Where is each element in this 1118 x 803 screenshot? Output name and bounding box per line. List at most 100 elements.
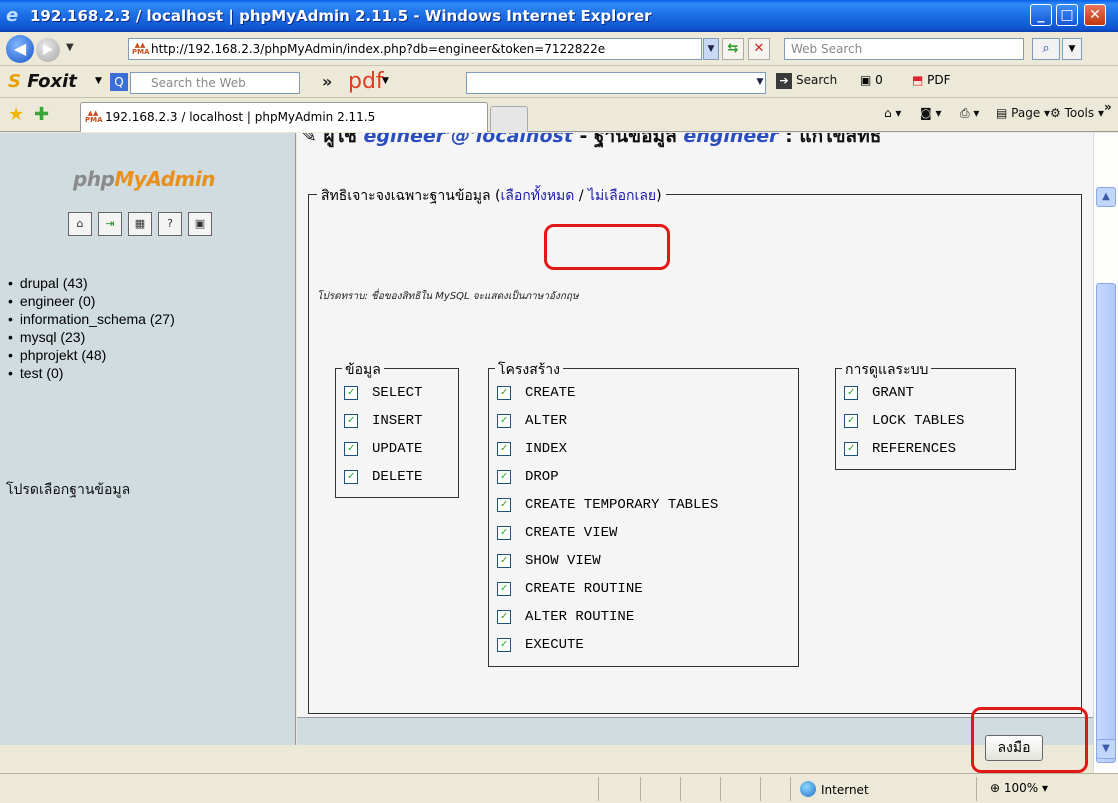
favorites-star-icon[interactable]: ★	[8, 104, 24, 125]
status-divider	[598, 777, 599, 801]
privilege-execute[interactable]: ✓ EXECUTE	[489, 631, 798, 659]
search-icon[interactable]: ⌕	[1032, 38, 1060, 60]
checkbox-checked-icon[interactable]: ✓	[497, 470, 511, 484]
pdf-convert-button[interactable]: ⬒ PDF	[912, 73, 951, 87]
add-favorites-icon[interactable]: ✚	[34, 104, 49, 125]
privilege-alter[interactable]: ✓ ALTER	[489, 407, 798, 435]
select-all-link[interactable]: เลือกทั้งหมด	[501, 188, 575, 204]
scroll-up-icon[interactable]: ▲	[1096, 187, 1116, 207]
group-title-data: ข้อมูล	[342, 359, 384, 381]
pdf-search-input[interactable]	[466, 72, 766, 94]
pdf-count-badge[interactable]: ▣ 0	[860, 73, 883, 87]
checkbox-checked-icon[interactable]: ✓	[497, 638, 511, 652]
forward-button[interactable]: ▶	[36, 38, 60, 62]
navigation-bar: ◀ ▶ ▼ ▲▲ PMA http://192.168.2.3/phpMyAdmi…	[0, 32, 1118, 66]
foxit-search-input[interactable]: Search the Web	[130, 72, 300, 94]
home-icon[interactable]: ⌂	[68, 212, 92, 236]
checkbox-checked-icon[interactable]: ✓	[497, 582, 511, 596]
database-item-information-schema[interactable]: information_schema (27)	[8, 310, 175, 328]
privilege-delete[interactable]: ✓ DELETE	[336, 463, 458, 491]
minimize-button[interactable]: _	[1030, 4, 1052, 26]
stop-button[interactable]: ✕	[748, 38, 770, 60]
back-button[interactable]: ◀	[6, 35, 34, 63]
checkbox-checked-icon[interactable]: ✓	[844, 442, 858, 456]
tab-phpmyadmin[interactable]: ▲▲ PMA 192.168.2.3 / localhost | phpMyAdm…	[80, 102, 488, 132]
history-dropdown-icon[interactable]: ▼	[66, 42, 74, 53]
checkbox-checked-icon[interactable]: ✓	[344, 414, 358, 428]
checkbox-checked-icon[interactable]: ✓	[344, 386, 358, 400]
pdf-search-button[interactable]: ➔ Search	[776, 73, 837, 89]
scrollbar-thumb[interactable]	[1096, 283, 1116, 763]
maximize-button[interactable]: □	[1056, 4, 1078, 26]
title-bar: e 192.168.2.3 / localhost | phpMyAdmin 2…	[0, 0, 1118, 32]
checkbox-checked-icon[interactable]: ✓	[497, 526, 511, 540]
pdf-search-dropdown-icon[interactable]: ▼	[752, 72, 768, 92]
foxit-dropdown-icon[interactable]: ▼	[95, 76, 102, 86]
checkbox-checked-icon[interactable]: ✓	[497, 610, 511, 624]
scroll-down-icon[interactable]: ▼	[1096, 739, 1116, 759]
database-item-engineer[interactable]: engineer (0)	[8, 292, 175, 310]
user-edit-icon: ✎	[301, 133, 324, 147]
privilege-select[interactable]: ✓ SELECT	[336, 379, 458, 407]
foxit-engine-icon[interactable]: Q	[110, 73, 128, 91]
zoom-icon: ⊕	[990, 781, 1001, 795]
command-bar-overflow-icon[interactable]: »	[1104, 100, 1112, 114]
privilege-create-routine[interactable]: ✓ CREATE ROUTINE	[489, 575, 798, 603]
privilege-update[interactable]: ✓ UPDATE	[336, 435, 458, 463]
checkbox-checked-icon[interactable]: ✓	[844, 414, 858, 428]
privilege-references[interactable]: ✓ REFERENCES	[836, 435, 1015, 463]
privilege-show-view[interactable]: ✓ SHOW VIEW	[489, 547, 798, 575]
feeds-icon[interactable]: ◙ ▾	[920, 106, 941, 120]
exit-icon[interactable]: ⇥	[98, 212, 122, 236]
refresh-button[interactable]: ⇆	[722, 38, 744, 60]
page-menu[interactable]: ▤ Page ▾	[996, 106, 1050, 120]
toolbar-overflow-chevron-icon[interactable]: »	[322, 72, 332, 91]
search-options-dropdown-icon[interactable]: ▼	[1062, 38, 1082, 60]
select-none-link[interactable]: ไม่เลือกเลย	[588, 188, 656, 204]
address-dropdown-icon[interactable]: ▼	[703, 38, 719, 60]
new-tab-button[interactable]	[490, 106, 528, 132]
privilege-drop[interactable]: ✓ DROP	[489, 463, 798, 491]
query-window-icon[interactable]: ▣	[188, 212, 212, 236]
checkbox-checked-icon[interactable]: ✓	[497, 554, 511, 568]
security-zone[interactable]: Internet	[800, 781, 869, 797]
print-icon[interactable]: ⎙ ▾	[960, 106, 979, 121]
privilege-index[interactable]: ✓ INDEX	[489, 435, 798, 463]
database-item-drupal[interactable]: drupal (43)	[8, 274, 175, 292]
help-icon[interactable]: ?	[158, 212, 182, 236]
checkbox-checked-icon[interactable]: ✓	[497, 414, 511, 428]
database-item-test[interactable]: test (0)	[8, 364, 175, 382]
privilege-create-temporary-tables[interactable]: ✓ CREATE TEMPORARY TABLES	[489, 491, 798, 519]
database-item-phprojekt[interactable]: phprojekt (48)	[8, 346, 175, 364]
vertical-scrollbar[interactable]: ▲ ▼	[1093, 133, 1118, 773]
tools-menu[interactable]: ⚙ Tools ▾	[1050, 106, 1104, 120]
checkbox-checked-icon[interactable]: ✓	[497, 386, 511, 400]
pdf-dropdown-icon[interactable]: ▼	[382, 76, 389, 86]
web-search-input[interactable]: Web Search	[784, 38, 1024, 60]
home-icon[interactable]: ⌂ ▾	[884, 106, 901, 120]
privilege-alter-routine[interactable]: ✓ ALTER ROUTINE	[489, 603, 798, 631]
status-divider	[760, 777, 761, 801]
checkbox-checked-icon[interactable]: ✓	[844, 386, 858, 400]
close-button[interactable]: ✕	[1084, 4, 1106, 26]
checkbox-checked-icon[interactable]: ✓	[497, 498, 511, 512]
database-item-mysql[interactable]: mysql (23)	[8, 328, 175, 346]
privilege-create[interactable]: ✓ CREATE	[489, 379, 798, 407]
privilege-create-view[interactable]: ✓ CREATE VIEW	[489, 519, 798, 547]
checkbox-checked-icon[interactable]: ✓	[497, 442, 511, 456]
privilege-grant[interactable]: ✓ GRANT	[836, 379, 1015, 407]
go-button-highlight	[971, 707, 1088, 773]
checkbox-checked-icon[interactable]: ✓	[344, 470, 358, 484]
privilege-insert[interactable]: ✓ INSERT	[336, 407, 458, 435]
privilege-lock-tables[interactable]: ✓ LOCK TABLES	[836, 407, 1015, 435]
pdf-button[interactable]: pdf	[348, 71, 384, 93]
foxit-logo[interactable]: S Foxit	[8, 71, 77, 92]
globe-icon	[800, 781, 816, 797]
status-bar: Internet ⊕ 100% ▾	[0, 773, 1118, 803]
structure-privileges-group: โครงสร้าง ✓ CREATE ✓ ALTER ✓ INDEX ✓ DROP ✓ C…	[488, 359, 799, 667]
sql-icon[interactable]: ▦	[128, 212, 152, 236]
phpmyadmin-logo[interactable]: phpMyAdmin	[73, 167, 215, 191]
address-bar[interactable]: ▲▲ PMA http://192.168.2.3/phpMyAdmin/inde…	[128, 38, 702, 60]
checkbox-checked-icon[interactable]: ✓	[344, 442, 358, 456]
zoom-level[interactable]: ⊕ 100% ▾	[990, 781, 1048, 795]
